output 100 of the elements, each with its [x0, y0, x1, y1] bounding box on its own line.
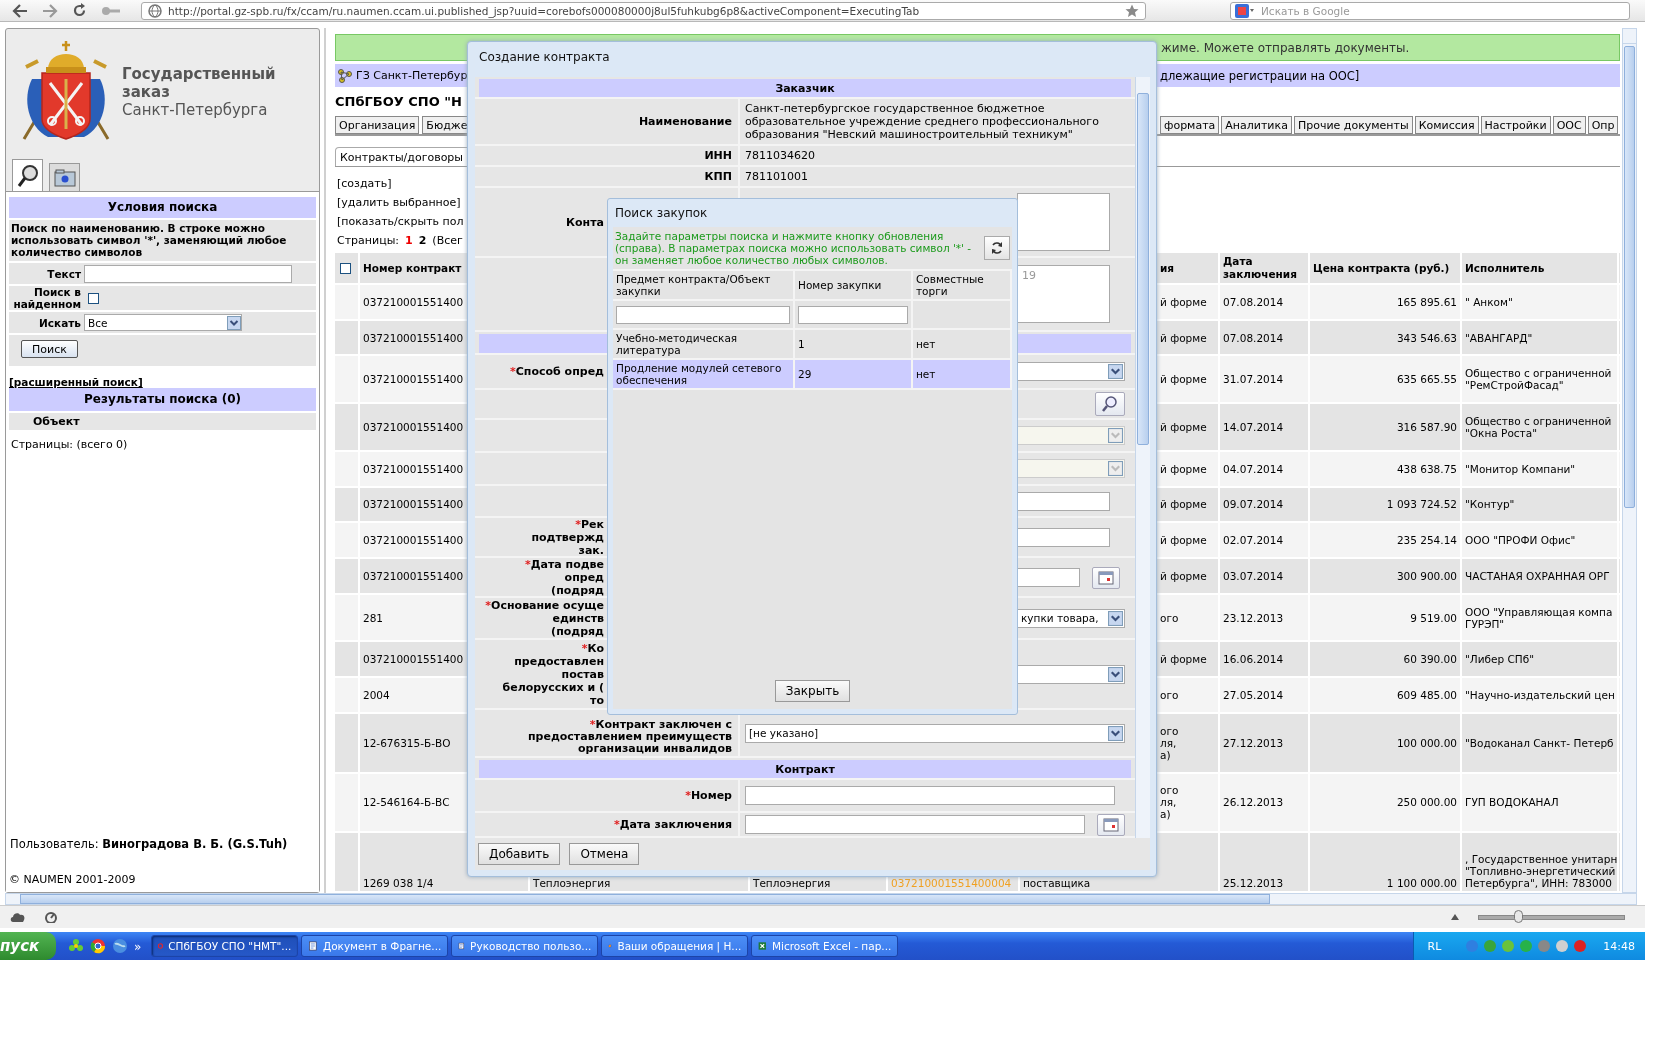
table-cell: " Анком" — [1465, 295, 1513, 308]
advanced-search-link[interactable]: [расширенный поиск] — [9, 376, 143, 388]
table-cell: 04.07.2014 — [1223, 462, 1284, 475]
star-icon[interactable] — [1125, 3, 1139, 18]
search-button[interactable]: Поиск — [21, 340, 78, 358]
tray-icon[interactable] — [1465, 939, 1480, 953]
date-input[interactable] — [745, 815, 1085, 834]
globe-icon[interactable] — [112, 938, 128, 954]
table-cell: 31.07.2014 — [1223, 373, 1284, 386]
text-area[interactable] — [1017, 193, 1110, 251]
action-link[interactable]: [удалить выбранное] — [337, 193, 461, 212]
cloud-icon[interactable] — [10, 911, 26, 923]
dropdown[interactable]: [не указано] — [745, 723, 1125, 743]
date-input[interactable] — [1017, 568, 1080, 587]
tab[interactable]: Комиссия — [1414, 116, 1479, 134]
flower-icon[interactable] — [68, 938, 84, 954]
column-header: Предмет контракта/Объект закупки — [616, 273, 772, 297]
select-all-checkbox[interactable] — [340, 262, 351, 274]
table-cell-text: Учебно-методическая литература — [616, 332, 739, 356]
dialog-button[interactable]: Отмена — [569, 843, 640, 865]
text-input[interactable] — [745, 786, 1115, 805]
horizontal-scrollbar[interactable] — [5, 893, 1637, 905]
action-link[interactable]: [создать] — [337, 174, 392, 193]
tab[interactable]: Настройки — [1480, 116, 1551, 134]
back-icon[interactable] — [12, 3, 28, 18]
tray-icon[interactable] — [1573, 939, 1588, 953]
table-cell: й форме — [1160, 373, 1207, 386]
more-button[interactable]: » — [134, 940, 142, 954]
text-input[interactable] — [1017, 491, 1110, 511]
tab[interactable]: формата — [1160, 116, 1220, 134]
column-header: Цена контракта (руб.) — [1313, 262, 1450, 274]
field-label: Поиск в найденном — [12, 286, 82, 310]
table-cell: 1 — [798, 338, 805, 350]
checkbox[interactable] — [88, 292, 99, 304]
table-cell: 60 390.00 — [1403, 653, 1457, 666]
table-cell: й форме — [1160, 534, 1207, 547]
taskbar-button[interactable]: Ваши обращения | Н... — [601, 935, 749, 957]
refresh-button[interactable] — [984, 236, 1010, 260]
action-link[interactable]: [показать/скрыть пол — [337, 212, 464, 231]
tray-icon[interactable] — [1501, 939, 1516, 953]
field-label: *Контракт заключен с предоставлением преимуществ организации инвалидов — [527, 719, 732, 755]
caret-icon — [1108, 725, 1123, 741]
logo-title: Государственный заказ — [122, 65, 277, 101]
forward-icon[interactable] — [42, 3, 58, 18]
table-cell: 27.05.2014 — [1223, 689, 1284, 702]
table-cell: 635 665.55 — [1396, 373, 1457, 386]
table-cell: 12-676315-Б-ВО — [363, 736, 451, 749]
filter-input[interactable] — [616, 305, 790, 324]
page-link[interactable]: 1 — [405, 231, 413, 250]
taskbar-button[interactable]: СПбГБОУ СПО "НМТ"... — [151, 935, 299, 957]
table-row[interactable]: Продление модулей сетевого обеспечения 29 нет — [613, 360, 1012, 390]
dialog-title: Создание контракта — [479, 49, 610, 64]
user-info: Пользователь: Виноградова В. Б. (G.S.Tuh) — [9, 837, 288, 851]
taskbar-button[interactable]: Руководство пользо... — [451, 935, 599, 957]
table-cell: й форме — [1160, 421, 1207, 433]
filter-input[interactable] — [798, 305, 908, 324]
tray-icon[interactable] — [1555, 939, 1570, 953]
close-button[interactable]: Закрыть — [774, 680, 851, 702]
table-cell: 037210001551400 — [363, 421, 464, 433]
table-cell: 165 895.61 — [1396, 295, 1457, 308]
dropdown[interactable] — [1017, 362, 1125, 381]
dropdown[interactable] — [1017, 664, 1125, 684]
table-cell: 250 000.00 — [1396, 796, 1457, 809]
tab[interactable]: Прочие документы — [1293, 116, 1413, 134]
reload-icon[interactable] — [72, 3, 87, 18]
key-icon[interactable] — [101, 5, 121, 16]
dialog-button[interactable]: Добавить — [478, 843, 561, 865]
table-cell: й форме — [1160, 462, 1207, 475]
tab[interactable]: Контракты/договоры — [335, 147, 469, 166]
table-cell: 037210001551400 — [363, 653, 464, 666]
taskbar-button[interactable]: Документ в Фрагне... — [301, 935, 449, 957]
tab[interactable]: Аналитика — [1221, 116, 1292, 134]
column-header: Номер закупки — [798, 279, 882, 291]
dropdown[interactable]: купки товара, — [1017, 608, 1125, 628]
table-cell: ЧАСТАНАЯ ОХРАННАЯ ОРГ — [1465, 569, 1610, 582]
tab[interactable]: Опр — [1587, 116, 1619, 134]
copyright-text: © NAUMEN 2001-2009 — [9, 873, 136, 886]
gauge-icon[interactable] — [44, 911, 58, 923]
table-cell: й форме — [1160, 331, 1207, 344]
address-field[interactable]: http://portal.gz-spb.ru/fx/ccam/ru.naumen.ccam.ui.published_jsp?uuid=corebofs000080000j8ul5fuhkubg6p8&activeComponent=ExecutingTab — [141, 1, 1146, 20]
vertical-scrollbar[interactable] — [1135, 77, 1150, 838]
dropdown[interactable]: Все — [84, 314, 242, 331]
tab[interactable]: ООС — [1552, 116, 1586, 134]
tab[interactable]: Организация — [335, 116, 420, 134]
calendar-button[interactable] — [1092, 566, 1120, 589]
calendar-button[interactable] — [1097, 813, 1125, 836]
text-input[interactable] — [84, 264, 292, 283]
up-arrow-icon[interactable] — [1450, 913, 1460, 921]
table-cell: 03.07.2014 — [1223, 569, 1284, 582]
search-button[interactable] — [1095, 392, 1125, 416]
table-cell: "Монитор Компани" — [1465, 462, 1576, 475]
page-link[interactable]: 2 — [418, 231, 427, 250]
taskbar-button[interactable]: Microsoft Excel - пар... — [751, 935, 899, 957]
table-cell: нет — [916, 368, 936, 380]
text-input[interactable] — [1017, 528, 1110, 547]
vertical-scrollbar[interactable] — [1622, 28, 1637, 893]
caret-icon — [1108, 428, 1123, 443]
field-label: *Дата заключения — [613, 818, 732, 831]
browser-icon[interactable] — [90, 938, 106, 954]
panel-tab[interactable] — [12, 159, 43, 191]
